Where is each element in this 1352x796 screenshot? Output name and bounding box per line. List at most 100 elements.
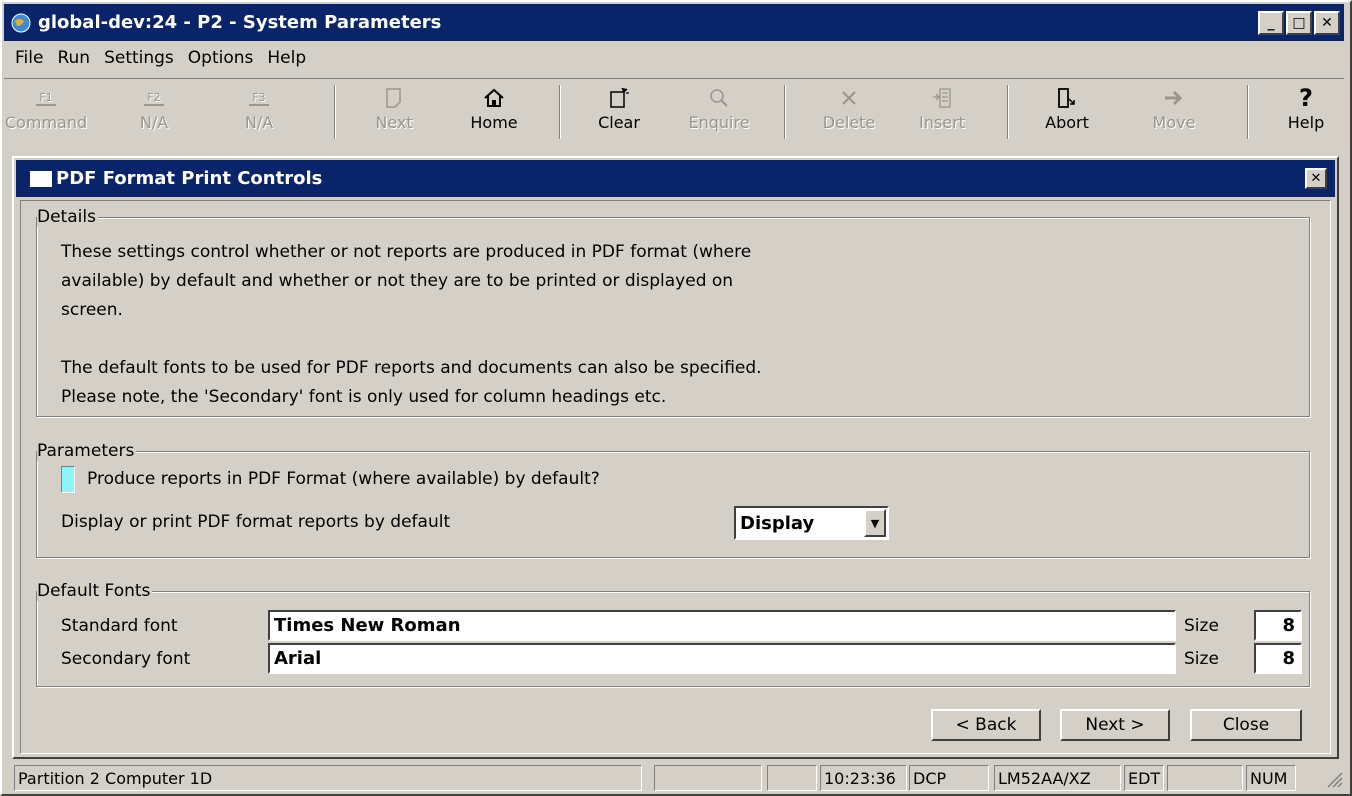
pdf-format-dialog: PDF Format Print Controls ✕ Details Thes… <box>12 156 1339 759</box>
dialog-body: Details These settings control whether o… <box>20 200 1331 754</box>
toolbar-delete-label: Delete <box>822 113 876 132</box>
insert-icon <box>931 83 953 113</box>
exit-door-icon <box>1056 83 1078 113</box>
toolbar-clear-button[interactable]: Clear <box>589 83 649 143</box>
menu-bar: File Run Settings Options Help <box>8 46 313 74</box>
close-icon: ✕ <box>1321 15 1333 31</box>
f3-key-icon: F3 <box>249 83 269 113</box>
toolbar-na2-button[interactable]: F3 N/A <box>229 83 289 143</box>
toolbar-separator <box>784 85 786 139</box>
toolbar-insert-button[interactable]: Insert <box>912 83 972 143</box>
details-legend: Details <box>37 207 98 227</box>
minimize-button[interactable]: _ <box>1258 11 1284 35</box>
pdf-default-checkbox[interactable] <box>61 466 75 493</box>
dropdown-button[interactable]: ▼ <box>864 509 886 537</box>
minimize-icon: _ <box>1267 15 1275 31</box>
close-button[interactable]: ✕ <box>1314 11 1340 35</box>
maximize-button[interactable]: □ <box>1286 11 1312 35</box>
details-line: Please note, the 'Secondary' font is onl… <box>61 387 667 407</box>
maximize-icon: □ <box>1292 15 1306 31</box>
status-edit: EDT <box>1124 765 1164 791</box>
toolbar-home-label: Home <box>470 113 518 132</box>
toolbar-abort-label: Abort <box>1045 113 1089 132</box>
toolbar-help-button[interactable]: ? Help <box>1276 83 1336 143</box>
pdf-default-label: Produce reports in PDF Format (where ava… <box>87 469 600 489</box>
toolbar-separator <box>334 85 336 139</box>
arrow-right-icon <box>1163 83 1185 113</box>
details-line: The default fonts to be used for PDF rep… <box>61 358 762 378</box>
toolbar-next-label: Next <box>375 113 413 132</box>
status-empty-1 <box>654 765 762 791</box>
menu-file[interactable]: File <box>8 46 50 74</box>
delete-x-icon <box>839 83 859 113</box>
clear-icon <box>608 83 630 113</box>
toolbar-move-button[interactable]: Move <box>1144 83 1204 143</box>
chevron-down-icon: ▼ <box>870 516 880 530</box>
default-fonts-group: Default Fonts Standard font Times New Ro… <box>36 581 1310 687</box>
status-numlock: NUM <box>1246 765 1296 791</box>
close-dialog-button[interactable]: Close <box>1190 709 1302 741</box>
toolbar-separator <box>559 85 561 139</box>
status-empty-3 <box>1167 765 1243 791</box>
toolbar-separator <box>1007 85 1009 139</box>
standard-size-field[interactable]: 8 <box>1254 610 1302 641</box>
resize-grip-icon[interactable] <box>1324 769 1344 789</box>
display-print-label: Display or print PDF format reports by d… <box>61 512 451 532</box>
standard-font-field[interactable]: Times New Roman <box>268 610 1176 641</box>
dialog-title: PDF Format Print Controls <box>56 168 323 189</box>
window-titlebar[interactable]: global-dev:24 - P2 - System Parameters _… <box>4 4 1344 41</box>
status-mode: DCP <box>909 765 989 791</box>
display-print-value: Display <box>740 512 815 534</box>
toolbar-help-label: Help <box>1287 113 1325 132</box>
menu-options[interactable]: Options <box>181 46 261 74</box>
toolbar-command-button[interactable]: F1 Command <box>5 83 87 143</box>
standard-font-label: Standard font <box>61 616 178 636</box>
status-empty-2 <box>767 765 817 791</box>
window-title: global-dev:24 - P2 - System Parameters <box>38 12 442 33</box>
status-partition: Partition 2 Computer 1D <box>14 765 642 791</box>
parameters-legend: Parameters <box>37 441 137 461</box>
secondary-font-field[interactable]: Arial <box>268 643 1176 674</box>
home-icon <box>483 83 505 113</box>
status-code: LM52AA/XZ <box>994 765 1121 791</box>
toolbar-home-button[interactable]: Home <box>464 83 524 143</box>
parameters-group: Parameters Produce reports in PDF Format… <box>36 441 1310 558</box>
f1-key-icon: F1 <box>36 83 56 113</box>
toolbar-insert-label: Insert <box>919 113 965 132</box>
toolbar-delete-button[interactable]: Delete <box>814 83 884 143</box>
toolbar-na1-button[interactable]: F2 N/A <box>124 83 184 143</box>
menu-run[interactable]: Run <box>50 46 97 74</box>
details-line: screen. <box>61 300 123 320</box>
back-button[interactable]: < Back <box>931 709 1041 741</box>
toolbar-clear-label: Clear <box>598 113 640 132</box>
secondary-font-label: Secondary font <box>61 649 191 669</box>
window-doc-icon <box>30 170 52 187</box>
next-button[interactable]: Next > <box>1060 709 1170 741</box>
details-group: Details These settings control whether o… <box>36 207 1310 417</box>
toolbar-enquire-button[interactable]: Enquire <box>684 83 754 143</box>
toolbar-enquire-label: Enquire <box>688 113 750 132</box>
toolbar-na1-label: N/A <box>139 113 169 132</box>
details-line: available) by default and whether or not… <box>61 271 734 291</box>
status-time: 10:23:36 <box>820 765 907 791</box>
next-page-icon <box>384 83 404 113</box>
toolbar: F1 Command F2 N/A F3 N/A Next Home Clear… <box>4 78 1344 146</box>
app-globe-icon <box>11 13 31 32</box>
toolbar-move-label: Move <box>1152 113 1196 132</box>
toolbar-abort-button[interactable]: Abort <box>1037 83 1097 143</box>
question-icon: ? <box>1299 84 1313 112</box>
toolbar-next-button[interactable]: Next <box>364 83 424 143</box>
menu-help[interactable]: Help <box>260 46 313 74</box>
f2-key-icon: F2 <box>144 83 164 113</box>
dialog-close-button[interactable]: ✕ <box>1305 168 1327 189</box>
menu-settings[interactable]: Settings <box>97 46 181 74</box>
toolbar-na2-label: N/A <box>244 113 274 132</box>
standard-size-label: Size <box>1184 616 1219 636</box>
details-description: These settings control whether or not re… <box>61 238 921 412</box>
display-print-select[interactable]: Display ▼ <box>734 506 889 540</box>
secondary-size-label: Size <box>1184 649 1219 669</box>
secondary-size-field[interactable]: 8 <box>1254 643 1302 674</box>
toolbar-separator <box>1247 85 1249 139</box>
status-bar: Partition 2 Computer 1D 10:23:36 DCP LM5… <box>14 765 1348 791</box>
dialog-titlebar[interactable]: PDF Format Print Controls ✕ <box>16 160 1335 197</box>
